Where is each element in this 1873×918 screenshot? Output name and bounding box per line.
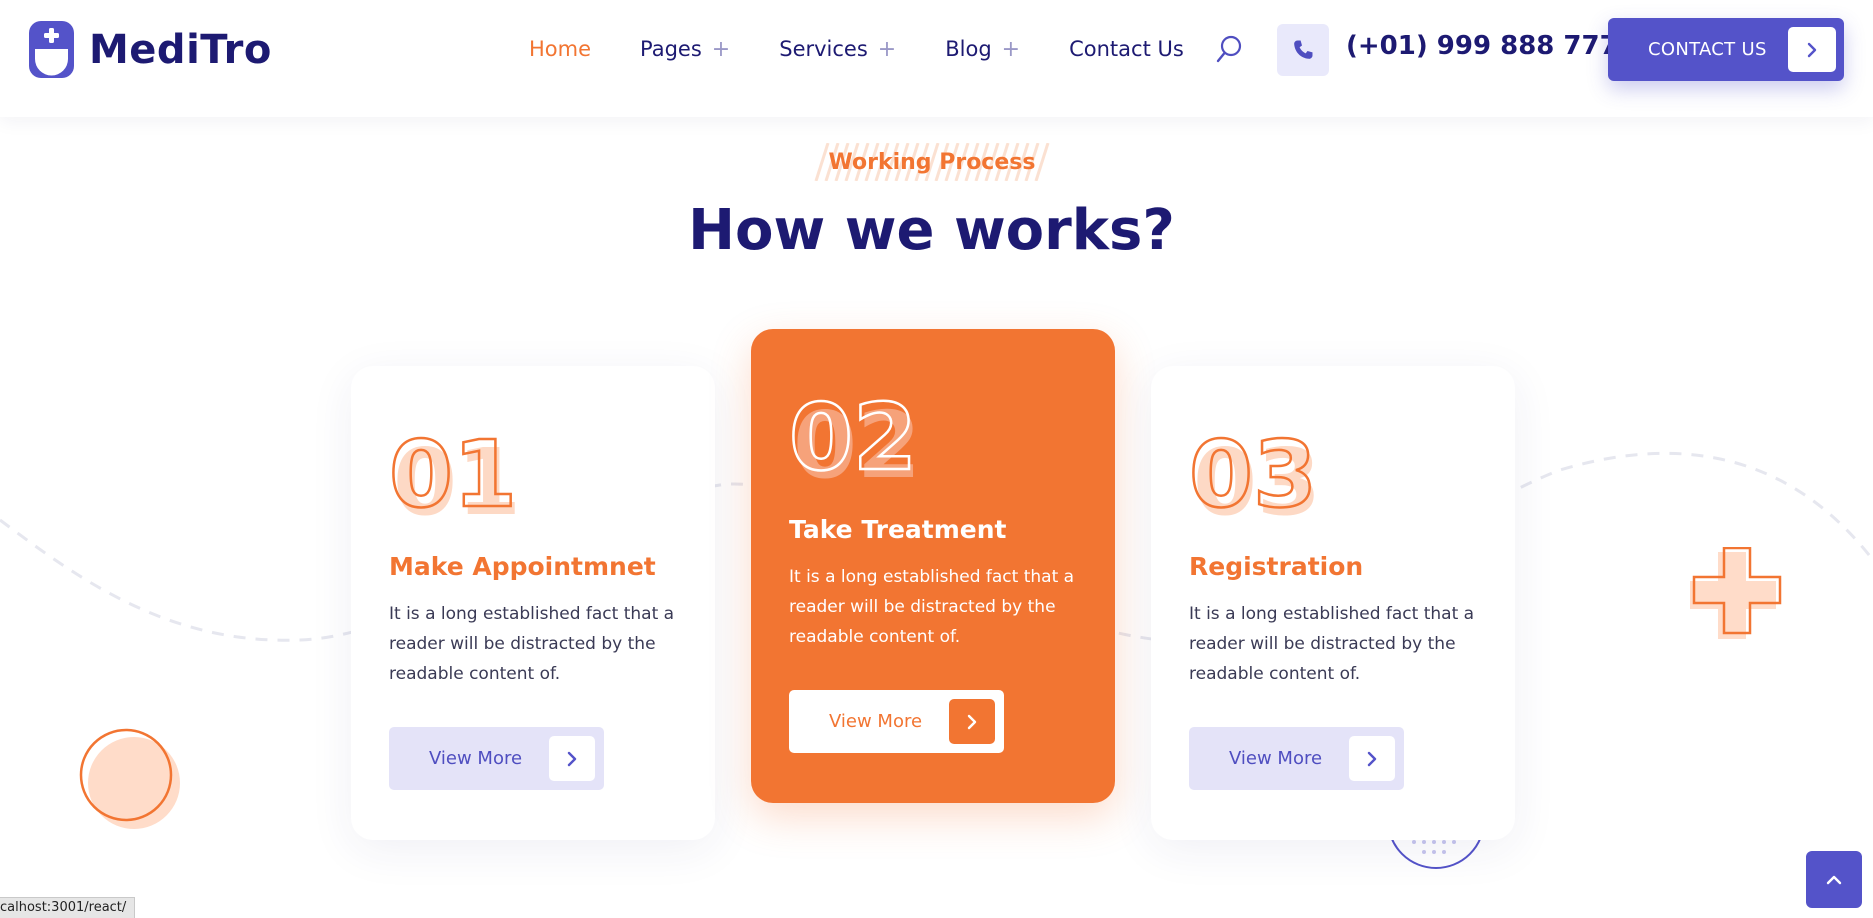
main-nav: Home Pages + Services + Blog + Contact U… xyxy=(529,34,1233,64)
view-more-button[interactable]: View More xyxy=(1189,727,1404,790)
view-more-label: View More xyxy=(1229,748,1323,769)
nav-item-label: Services xyxy=(779,37,868,61)
chevron-up-icon xyxy=(1826,875,1842,884)
plus-icon: + xyxy=(877,36,897,62)
svg-text:01: 01 xyxy=(389,422,517,522)
site-header: MediTro Home Pages + Services + Blog + C… xyxy=(0,0,1873,117)
card-text: It is a long established fact that a rea… xyxy=(389,604,675,684)
chevron-right-icon xyxy=(549,736,595,781)
nav-item-label: Home xyxy=(529,37,592,61)
nav-item-label: Pages xyxy=(640,37,702,61)
card-title: Make Appointmnet xyxy=(389,552,656,581)
step-number: 02 02 xyxy=(788,385,921,485)
logo-mark-icon xyxy=(29,21,74,78)
cross-decoration xyxy=(1690,547,1782,639)
card-text: It is a long established fact that a rea… xyxy=(789,567,1075,647)
circle-decoration xyxy=(79,728,180,829)
chevron-right-icon xyxy=(949,699,995,744)
phone-number[interactable]: (+01) 999 888 777 xyxy=(1346,31,1618,61)
view-more-button[interactable]: View More xyxy=(389,727,604,790)
section-eyebrow: Working Process xyxy=(812,143,1052,181)
view-more-button[interactable]: View More xyxy=(789,690,1004,753)
view-more-label: View More xyxy=(429,748,523,769)
step-number: 01 01 xyxy=(388,422,521,522)
nav-item-pages[interactable]: Pages + xyxy=(640,37,730,62)
svg-text:02: 02 xyxy=(789,385,917,485)
status-bar-url: calhost:3001/react/ xyxy=(0,897,136,918)
phone-icon xyxy=(1294,40,1313,59)
phone-icon-box[interactable] xyxy=(1277,24,1329,76)
contact-us-button[interactable]: CONTACT US xyxy=(1608,18,1844,81)
process-card-3: 03 03 Registration It is a long establis… xyxy=(1151,366,1515,840)
brand-logo[interactable]: MediTro xyxy=(27,19,272,80)
nav-item-label: Contact Us xyxy=(1069,37,1184,61)
contact-us-button-label: CONTACT US xyxy=(1648,39,1767,60)
scroll-to-top-button[interactable] xyxy=(1806,851,1862,908)
view-more-label: View More xyxy=(829,711,923,732)
nav-item-contact-us[interactable]: Contact Us xyxy=(1069,37,1184,61)
card-title: Take Treatment xyxy=(789,515,1007,544)
nav-item-home[interactable]: Home xyxy=(529,37,591,61)
process-card-1: 01 01 Make Appointmnet It is a long esta… xyxy=(351,366,715,840)
eyebrow-label: Working Process xyxy=(828,150,1036,175)
nav-item-label: Blog xyxy=(945,37,992,61)
section-title: How we works? xyxy=(688,198,1175,263)
brand-name: MediTro xyxy=(89,26,272,73)
nav-item-services[interactable]: Services + xyxy=(779,37,896,62)
search-icon[interactable] xyxy=(1215,34,1245,66)
plus-icon: + xyxy=(1001,36,1021,62)
card-title: Registration xyxy=(1189,552,1364,581)
card-text: It is a long established fact that a rea… xyxy=(1189,604,1475,684)
process-card-2: 02 02 Take Treatment It is a long establ… xyxy=(751,329,1115,803)
plus-icon: + xyxy=(711,36,731,62)
step-number: 03 03 xyxy=(1188,422,1321,522)
nav-item-blog[interactable]: Blog + xyxy=(945,37,1020,62)
chevron-right-icon xyxy=(1349,736,1395,781)
chevron-right-icon xyxy=(1788,27,1836,72)
svg-text:03: 03 xyxy=(1189,422,1317,522)
